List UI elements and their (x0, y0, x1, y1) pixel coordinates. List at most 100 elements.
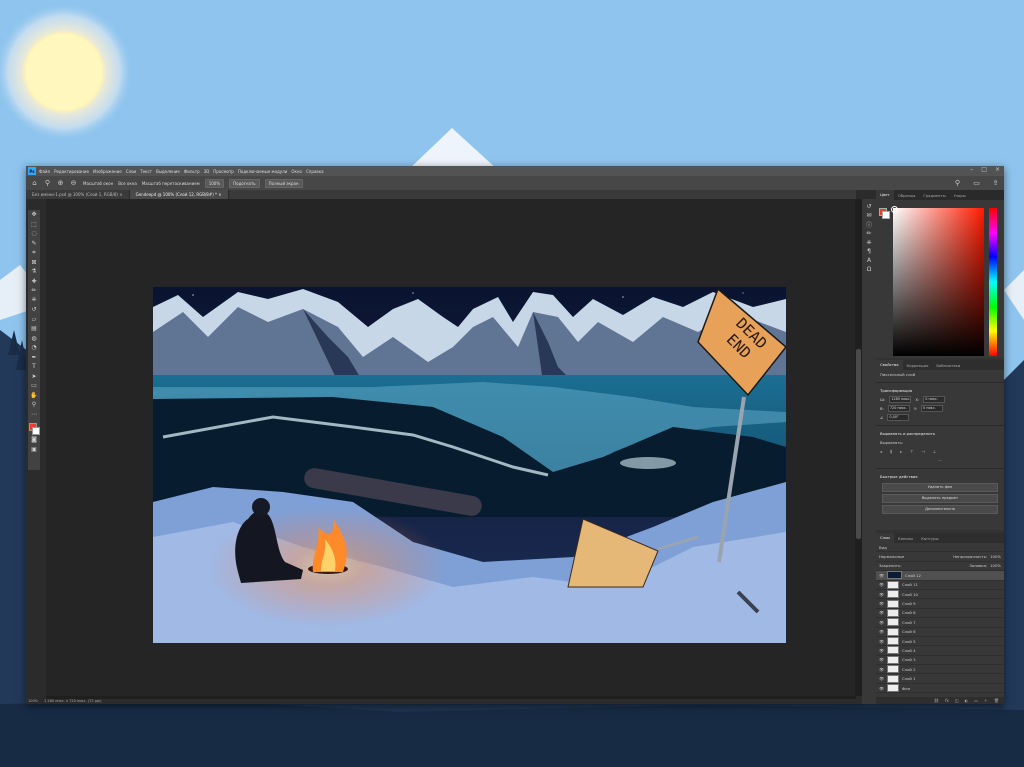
opacity-value[interactable]: 100% (990, 554, 1001, 559)
zoom-100-button[interactable]: 100% (204, 178, 225, 188)
visibility-icon[interactable]: 👁 (879, 620, 884, 625)
visibility-icon[interactable]: 👁 (879, 648, 884, 653)
menu-filter[interactable]: Фильтр (184, 169, 200, 174)
visibility-icon[interactable]: 👁 (879, 667, 884, 672)
brush-tool-icon[interactable]: ✏ (29, 286, 39, 296)
visibility-icon[interactable]: 👁 (879, 639, 884, 644)
layer-row[interactable]: 👁 Слой 12 (876, 571, 1004, 581)
menu-help[interactable]: Справка (306, 169, 324, 174)
workspace-icon[interactable]: ▭ (972, 178, 981, 187)
height-field[interactable]: 720 пикс. (887, 405, 910, 412)
marquee-tool-icon[interactable]: ⬚ (29, 220, 39, 230)
align-left-icon[interactable]: ⫷ (880, 449, 882, 454)
eyedropper-tool-icon[interactable]: ⚗ (29, 267, 39, 277)
delete-layer-icon[interactable]: 🗑 (994, 698, 999, 703)
scrubby-zoom-checkbox[interactable]: Масштаб перетаскиванием (142, 181, 200, 186)
link-layers-icon[interactable]: ⛓ (934, 698, 939, 703)
minimize-icon[interactable]: – (970, 166, 973, 173)
maximize-icon[interactable]: □ (981, 166, 987, 173)
color-picker-ring[interactable] (891, 206, 898, 213)
history-panel-icon[interactable]: ↺ (864, 202, 874, 211)
align-middle-icon[interactable]: ⊣ (921, 449, 924, 454)
blend-mode-select[interactable]: Нормальные (879, 554, 904, 559)
search-icon[interactable]: ⚲ (953, 178, 962, 187)
width-field[interactable]: 1280 пикс. (889, 396, 912, 403)
comments-panel-icon[interactable]: ✉ (864, 211, 874, 220)
visibility-icon[interactable]: 👁 (879, 573, 884, 578)
align-right-icon[interactable]: ⫸ (900, 449, 902, 454)
eraser-tool-icon[interactable]: ▱ (29, 315, 39, 325)
layer-row[interactable]: 👁 Слой 3 (876, 655, 1004, 666)
more-options-icon[interactable]: ⋯ (938, 458, 942, 463)
tab-patterns[interactable]: Узоры (950, 193, 970, 198)
layer-row[interactable]: 👁 Слой 11 (876, 580, 1004, 590)
vertical-scrollbar[interactable] (855, 199, 862, 696)
tab-layers[interactable]: Слои (876, 533, 894, 543)
share-icon[interactable]: ⇪ (991, 178, 1000, 187)
visibility-icon[interactable]: 👁 (879, 610, 884, 615)
layer-row[interactable]: 👁 Слой 5 (876, 637, 1004, 647)
tab-libraries[interactable]: Библиотеки (932, 363, 964, 368)
remove-background-button[interactable]: Удалить фон (882, 483, 998, 492)
layer-row[interactable]: 👁 Слой 10 (876, 590, 1004, 600)
align-bottom-icon[interactable]: ⊥ (933, 449, 936, 454)
new-group-icon[interactable]: ▭ (974, 698, 978, 703)
resize-windows-checkbox[interactable]: Масштаб окон (83, 181, 113, 186)
close-icon[interactable]: × (995, 166, 1000, 173)
zoom-tool-icon[interactable]: ⚲ (43, 179, 52, 188)
glyphs-panel-icon[interactable]: Ω (864, 265, 874, 274)
layer-row[interactable]: 👁 Слой 8 (876, 608, 1004, 619)
select-subject-button[interactable]: Выделить предмет (882, 494, 998, 503)
menu-select[interactable]: Выделение (156, 169, 180, 174)
visibility-icon[interactable]: 👁 (879, 676, 884, 681)
menu-image[interactable]: Изображение (93, 169, 122, 174)
tab-channels[interactable]: Каналы (894, 536, 917, 541)
layer-style-icon[interactable]: fx (945, 698, 949, 703)
layer-row[interactable]: 👁 Слой 1 (876, 674, 1004, 684)
angle-field[interactable]: 0,00° (887, 414, 910, 421)
background-color-swatch[interactable] (32, 427, 40, 435)
visibility-icon[interactable]: 👁 (879, 657, 884, 662)
path-select-tool-icon[interactable]: ➤ (29, 372, 39, 382)
layer-row[interactable]: 👁 Слой 9 (876, 599, 1004, 609)
type-tool-icon[interactable]: T (29, 362, 39, 372)
clone-source-panel-icon[interactable]: ⎈ (864, 238, 874, 247)
move-tool-icon[interactable]: ✥ (29, 210, 39, 220)
menu-plugins[interactable]: Подключаемые модули (238, 169, 288, 174)
visibility-icon[interactable]: 👁 (879, 592, 884, 597)
fill-screen-button[interactable]: Полный экран (264, 178, 303, 188)
quick-select-tool-icon[interactable]: ✎ (29, 239, 39, 249)
zoom-in-icon[interactable]: ⊕ (56, 179, 65, 188)
more-actions-button[interactable]: Дополнительно (882, 505, 998, 514)
tab-adjustments[interactable]: Коррекция (903, 363, 933, 368)
brush-panel-icon[interactable]: ✏ (864, 229, 874, 238)
tab-paths[interactable]: Контуры (917, 536, 942, 541)
character-panel-icon[interactable]: A (864, 256, 874, 265)
fit-screen-button[interactable]: Подогнать (229, 178, 260, 188)
filter-kind[interactable]: Вид (879, 545, 887, 550)
tab-color[interactable]: Цвет (876, 190, 894, 200)
healing-tool-icon[interactable]: ✚ (29, 277, 39, 287)
layer-row[interactable]: 👁 Слой 7 (876, 618, 1004, 628)
crop-tool-icon[interactable]: ⌗ (29, 248, 39, 258)
pen-tool-icon[interactable]: ✒ (29, 353, 39, 363)
hand-tool-icon[interactable]: ✋ (29, 391, 39, 401)
zoom-level[interactable]: 100% (28, 699, 38, 703)
menu-window[interactable]: Окно (291, 169, 302, 174)
paragraph-panel-icon[interactable]: ¶ (864, 247, 874, 256)
dodge-tool-icon[interactable]: ◔ (29, 343, 39, 353)
stamp-tool-icon[interactable]: ⎈ (29, 296, 39, 306)
quick-mask-icon[interactable]: ◙ (29, 435, 39, 445)
layer-row[interactable]: 👁 Слой 2 (876, 665, 1004, 675)
align-top-icon[interactable]: ⊤ (910, 449, 913, 454)
info-panel-icon[interactable]: ⓘ (864, 220, 874, 229)
canvas-area[interactable]: DEAD END (46, 199, 856, 696)
tab-swatches[interactable]: Образцы (894, 193, 920, 198)
tab-properties[interactable]: Свойства (876, 360, 903, 370)
frame-tool-icon[interactable]: ⊠ (29, 258, 39, 268)
all-windows-checkbox[interactable]: Все окна (118, 181, 137, 186)
layer-row[interactable]: 👁 Слой 6 (876, 627, 1004, 637)
menu-file[interactable]: Файл (39, 169, 50, 174)
lasso-tool-icon[interactable]: ◌ (29, 229, 39, 239)
screen-mode-icon[interactable]: ▣ (29, 445, 39, 455)
